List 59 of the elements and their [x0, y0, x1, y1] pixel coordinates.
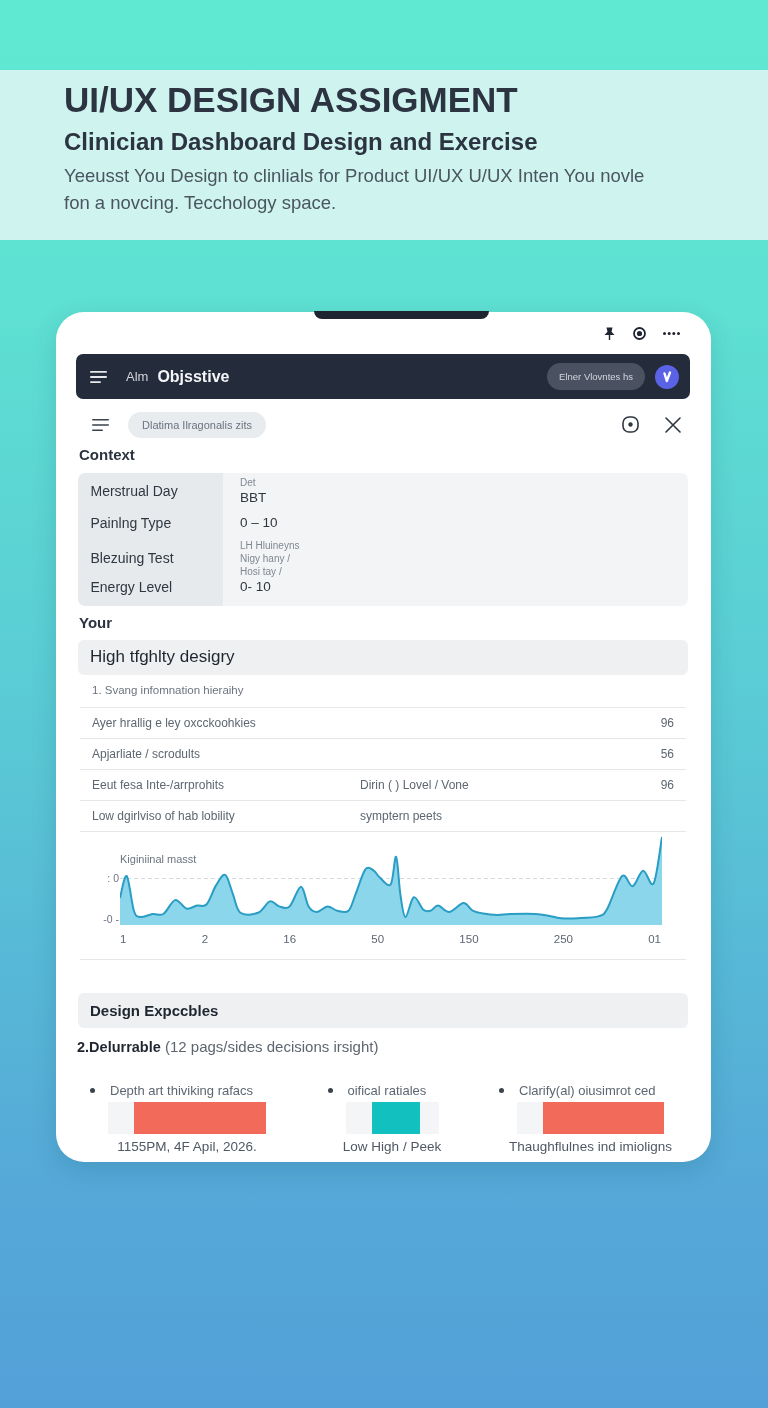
- row-value: Det: [240, 475, 256, 489]
- x-axis-label: 150: [459, 931, 479, 946]
- row-value: BBT: [240, 488, 267, 506]
- deliverable-caption: 1155PM, 4F Apil, 2026.: [117, 1137, 257, 1155]
- more-icon: [663, 331, 680, 335]
- score-text: 96: [660, 777, 674, 792]
- list-item-text: Low dgirlviso of hab lobility: [92, 808, 236, 823]
- menu-icon[interactable]: [90, 370, 107, 383]
- x-axis-label: 250: [553, 931, 573, 946]
- list-item-text: Ayer hrallig e ley oxcckoohkies: [92, 715, 257, 730]
- x-axis-label: 1: [120, 931, 127, 946]
- section-heading: Your: [79, 613, 113, 632]
- avatar-icon[interactable]: [655, 364, 679, 389]
- y-axis-label: : 0: [107, 871, 119, 885]
- menu-icon[interactable]: [92, 418, 109, 431]
- x-axis-label: 2: [201, 931, 209, 946]
- row-value: LH Hluineyns: [240, 538, 300, 552]
- y-axis-label: -0 -: [103, 912, 119, 926]
- score-text: 96: [660, 715, 674, 730]
- pin-icon: [603, 326, 616, 340]
- row-value: 0 – 10: [240, 514, 278, 531]
- score-text: 56: [660, 746, 674, 761]
- deliverable-text: oifical ratiales: [347, 1082, 427, 1098]
- list-intro: 1. Svang infomnation hieraihy: [92, 682, 244, 697]
- row-value: Nigy hany /: [240, 551, 291, 565]
- row-label: Energy Level: [89, 578, 173, 595]
- list-item-text: Eeut fesa Inte-/arrprohits: [92, 777, 226, 792]
- x-axis-label: 16: [283, 931, 297, 946]
- row-label: Painlng Type: [89, 514, 172, 531]
- deliverable-summary: 2.Delurrable (12 pags/sides decisions irsight): [77, 1036, 379, 1057]
- row-label: Merstrual Day: [89, 482, 178, 499]
- deliverable-text: Clarify(al) oiusimrot ced: [519, 1082, 656, 1098]
- chart-title: Kiginiinal masst: [120, 851, 197, 866]
- close-icon[interactable]: [665, 416, 681, 433]
- section-header: Design Expccbles: [78, 992, 688, 1028]
- bullet-icon: [499, 1087, 504, 1093]
- app-bar-prefix: Alm: [126, 369, 149, 384]
- list-item-text: Apjarliate / scrodults: [92, 746, 202, 761]
- filter-chip[interactable]: Dlatima Ilragonalis zits: [128, 411, 267, 438]
- row-value: 0- 10: [240, 578, 271, 595]
- bullet-icon: [327, 1087, 333, 1093]
- section-heading: Context: [79, 446, 135, 464]
- app-bar-title: Objsstive: [157, 367, 230, 386]
- section-header: High tfghlty desigry: [78, 639, 688, 675]
- row-label: Blezuing Test: [89, 550, 174, 566]
- bullet-icon: [90, 1087, 95, 1093]
- row-value: Hosi tay /: [240, 564, 282, 578]
- deliverable-caption: Thaughflulnes ind imioligns: [509, 1137, 672, 1155]
- x-axis-label: 01: [648, 931, 661, 946]
- list-item-detail: symptern peets: [360, 808, 444, 823]
- record-icon: [633, 326, 646, 340]
- intro-paragraph: Yeeusst You Design to clinlials for Product UI/UX U/UX Inten You novle fon a novcing. Tecchology space.: [64, 164, 646, 215]
- deliverable-caption: Low High / Peek: [342, 1137, 442, 1155]
- deliverable-text: Depth art thiviking rafacs: [110, 1082, 254, 1098]
- page-subtitle: Clinician Dashboard Design and Exercise: [64, 127, 538, 157]
- list-item-detail: Dirin ( ) Lovel / Vone: [360, 777, 470, 792]
- page-title: UI/UX DESIGN ASSIGMENT: [64, 80, 518, 120]
- x-axis-label: 50: [371, 931, 385, 946]
- nav-chip[interactable]: Elner Vlovntes hs: [547, 363, 645, 390]
